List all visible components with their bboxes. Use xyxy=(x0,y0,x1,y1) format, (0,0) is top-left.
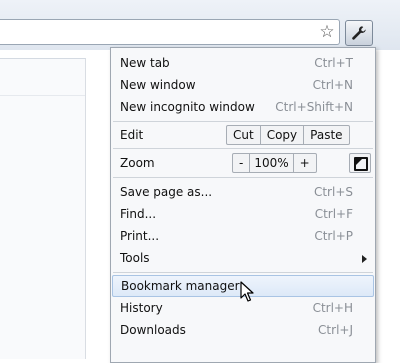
zoom-button-group: - 100% + xyxy=(232,153,317,173)
submenu-arrow-icon xyxy=(362,255,367,263)
zoom-out-button[interactable]: - xyxy=(233,154,251,172)
mouse-cursor-icon xyxy=(240,281,254,302)
menu-item-new-window[interactable]: New window Ctrl+N xyxy=(111,74,375,96)
menu-separator xyxy=(113,177,373,178)
menu-item-shortcut: Ctrl+T xyxy=(314,56,353,70)
menu-item-label: Bookmark manager xyxy=(121,279,240,293)
menu-item-shortcut: Ctrl+F xyxy=(314,207,353,221)
fullscreen-button[interactable] xyxy=(349,153,371,173)
zoom-label: Zoom xyxy=(120,156,155,170)
wrench-menu: New tab Ctrl+T New window Ctrl+N New inc… xyxy=(110,47,376,363)
star-icon[interactable]: ☆ xyxy=(318,23,336,41)
menu-item-label: New window xyxy=(120,78,196,92)
menu-item-shortcut: Ctrl+N xyxy=(312,78,353,92)
menu-item-label: History xyxy=(120,301,163,315)
menu-item-new-tab[interactable]: New tab Ctrl+T xyxy=(111,52,375,74)
wrench-icon xyxy=(352,26,366,40)
address-bar[interactable] xyxy=(0,19,340,45)
menu-item-shortcut: Ctrl+H xyxy=(312,301,353,315)
menu-item-shortcut: Ctrl+P xyxy=(314,229,353,243)
menu-item-save-page-as[interactable]: Save page as... Ctrl+S xyxy=(111,181,375,203)
edit-button-group: Cut Copy Paste xyxy=(226,125,350,145)
zoom-in-button[interactable]: + xyxy=(294,154,316,172)
fullscreen-icon-corner xyxy=(356,159,362,165)
menu-separator xyxy=(113,121,373,122)
menu-item-label: New tab xyxy=(120,56,170,70)
menu-item-downloads[interactable]: Downloads Ctrl+J xyxy=(111,319,375,341)
menu-separator xyxy=(113,148,373,149)
menu-item-label: Save page as... xyxy=(120,185,213,199)
menu-item-find[interactable]: Find... Ctrl+F xyxy=(111,203,375,225)
menu-separator xyxy=(113,272,373,273)
menu-item-shortcut: Ctrl+Shift+N xyxy=(275,100,353,114)
menu-item-label: New incognito window xyxy=(120,100,255,114)
menu-item-tools[interactable]: Tools xyxy=(111,247,375,269)
menu-item-new-incognito-window[interactable]: New incognito window Ctrl+Shift+N xyxy=(111,96,375,118)
menu-item-print[interactable]: Print... Ctrl+P xyxy=(111,225,375,247)
zoom-level: 100% xyxy=(250,154,294,172)
menu-item-label: Print... xyxy=(120,229,160,243)
page-side-panel xyxy=(0,58,86,359)
menu-row-zoom: Zoom - 100% + xyxy=(111,152,375,174)
menu-row-edit: Edit Cut Copy Paste xyxy=(111,124,375,146)
wrench-menu-button[interactable] xyxy=(345,20,373,46)
menu-item-shortcut: Ctrl+J xyxy=(318,323,353,337)
copy-button[interactable]: Copy xyxy=(261,126,305,144)
cut-button[interactable]: Cut xyxy=(227,126,261,144)
menu-item-label: Tools xyxy=(120,251,150,265)
edit-label: Edit xyxy=(120,128,144,142)
menu-item-shortcut: Ctrl+S xyxy=(313,185,353,199)
menu-item-label: Downloads xyxy=(120,323,186,337)
paste-button[interactable]: Paste xyxy=(304,126,348,144)
menu-item-label: Find... xyxy=(120,207,157,221)
panel-divider xyxy=(0,95,85,96)
